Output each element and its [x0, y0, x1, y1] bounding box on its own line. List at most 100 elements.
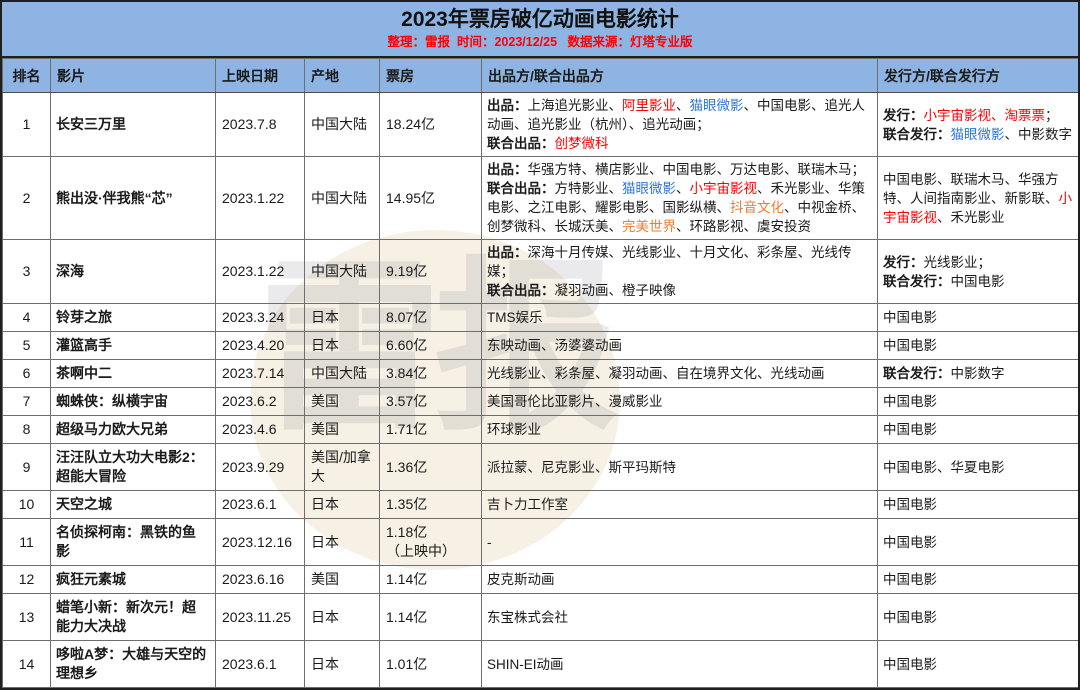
table-row: 9汪汪队立大功大电影2：超能大冒险2023.9.29美国/加拿大1.36亿派拉蒙… [3, 444, 1080, 491]
header-film: 影片 [51, 59, 216, 93]
cell-distributors: 中国电影 [878, 519, 1080, 566]
cell-rank: 9 [3, 444, 51, 491]
cell-producers: 出品：华强方特、横店影业、中国电影、万达电影、联瑞木马；联合出品：方特影业、猫眼… [482, 157, 878, 240]
cell-rank: 14 [3, 641, 51, 688]
table-row: 8超级马力欧大兄弟2023.4.6美国1.71亿环球影业中国电影 [3, 416, 1080, 444]
table-row: 3深海2023.1.22中国大陆9.19亿出品：深海十月传媒、光线影业、十月文化… [3, 240, 1080, 304]
cell-producers: 吉卜力工作室 [482, 491, 878, 519]
cell-rank: 6 [3, 360, 51, 388]
cell-origin: 中国大陆 [305, 93, 380, 157]
cell-date: 2023.1.22 [216, 157, 305, 240]
cell-date: 2023.7.14 [216, 360, 305, 388]
cell-box: 3.57亿 [380, 388, 482, 416]
cell-distributors: 中国电影 [878, 594, 1080, 641]
cell-film: 哆啦A梦：大雄与天空的理想乡 [51, 641, 216, 688]
cell-producers: 光线影业、彩条屋、凝羽动画、自在境界文化、光线动画 [482, 360, 878, 388]
cell-producers: 东映动画、汤婆婆动画 [482, 332, 878, 360]
table-body: 1长安三万里2023.7.8中国大陆18.24亿出品：上海追光影业、阿里影业、猫… [3, 93, 1080, 688]
cell-rank: 3 [3, 240, 51, 304]
cell-box: 9.19亿 [380, 240, 482, 304]
cell-origin: 日本 [305, 304, 380, 332]
header-box-office: 票房 [380, 59, 482, 93]
cell-box: 1.18亿（上映中） [380, 519, 482, 566]
header-rank: 排名 [3, 59, 51, 93]
cell-distributors: 中国电影 [878, 641, 1080, 688]
cell-producers: 出品：深海十月传媒、光线影业、十月文化、彩条屋、光线传媒；联合出品：凝羽动画、橙… [482, 240, 878, 304]
cell-film: 超级马力欧大兄弟 [51, 416, 216, 444]
cell-origin: 美国/加拿大 [305, 444, 380, 491]
table-row: 13蜡笔小新：新次元！超能力大决战2023.11.25日本1.14亿东宝株式会社… [3, 594, 1080, 641]
cell-date: 2023.1.22 [216, 240, 305, 304]
cell-rank: 5 [3, 332, 51, 360]
cell-producers: SHIN-EI动画 [482, 641, 878, 688]
cell-rank: 7 [3, 388, 51, 416]
cell-date: 2023.6.1 [216, 491, 305, 519]
cell-box: 1.36亿 [380, 444, 482, 491]
cell-distributors: 发行：小宇宙影视、淘票票；联合发行：猫眼微影、中影数字 [878, 93, 1080, 157]
cell-rank: 1 [3, 93, 51, 157]
cell-rank: 8 [3, 416, 51, 444]
table-row: 11名侦探柯南：黑铁的鱼影2023.12.16日本1.18亿（上映中）-中国电影 [3, 519, 1080, 566]
cell-film: 蜘蛛侠：纵横宇宙 [51, 388, 216, 416]
cell-date: 2023.6.1 [216, 641, 305, 688]
movies-table: 排名 影片 上映日期 产地 票房 出品方/联合出品方 发行方/联合发行方 1长安… [2, 58, 1080, 688]
cell-distributors: 中国电影、华夏电影 [878, 444, 1080, 491]
cell-producers: 美国哥伦比亚影片、漫威影业 [482, 388, 878, 416]
cell-producers: 派拉蒙、尼克影业、斯平玛斯特 [482, 444, 878, 491]
cell-distributors: 发行：光线影业；联合发行：中国电影 [878, 240, 1080, 304]
table-row: 2熊出没·伴我熊“芯”2023.1.22中国大陆14.95亿出品：华强方特、横店… [3, 157, 1080, 240]
cell-date: 2023.7.8 [216, 93, 305, 157]
cell-origin: 美国 [305, 566, 380, 594]
cell-film: 天空之城 [51, 491, 216, 519]
table-row: 7蜘蛛侠：纵横宇宙2023.6.2美国3.57亿美国哥伦比亚影片、漫威影业中国电… [3, 388, 1080, 416]
cell-film: 深海 [51, 240, 216, 304]
cell-producers: - [482, 519, 878, 566]
cell-origin: 日本 [305, 594, 380, 641]
cell-producers: 东宝株式会社 [482, 594, 878, 641]
cell-distributors: 中国电影 [878, 332, 1080, 360]
cell-date: 2023.11.25 [216, 594, 305, 641]
cell-distributors: 中国电影 [878, 304, 1080, 332]
cell-box: 1.71亿 [380, 416, 482, 444]
header-producers: 出品方/联合出品方 [482, 59, 878, 93]
statistics-sheet: 2023年票房破亿动画电影统计 整理：雷报 时间：2023/12/25 数据来源… [0, 0, 1080, 690]
cell-rank: 4 [3, 304, 51, 332]
cell-origin: 日本 [305, 519, 380, 566]
cell-origin: 日本 [305, 332, 380, 360]
table-row: 5灌篮高手2023.4.20日本6.60亿东映动画、汤婆婆动画中国电影 [3, 332, 1080, 360]
cell-rank: 12 [3, 566, 51, 594]
cell-date: 2023.6.2 [216, 388, 305, 416]
cell-origin: 中国大陆 [305, 360, 380, 388]
cell-film: 灌篮高手 [51, 332, 216, 360]
cell-distributors: 中国电影 [878, 566, 1080, 594]
cell-producers: 皮克斯动画 [482, 566, 878, 594]
table-row: 10天空之城2023.6.1日本1.35亿吉卜力工作室中国电影 [3, 491, 1080, 519]
table-header-row: 排名 影片 上映日期 产地 票房 出品方/联合出品方 发行方/联合发行方 [3, 59, 1080, 93]
cell-origin: 日本 [305, 491, 380, 519]
cell-distributors: 中国电影 [878, 491, 1080, 519]
cell-box: 3.84亿 [380, 360, 482, 388]
cell-date: 2023.3.24 [216, 304, 305, 332]
cell-box: 1.14亿 [380, 566, 482, 594]
header-distributors: 发行方/联合发行方 [878, 59, 1080, 93]
header-release-date: 上映日期 [216, 59, 305, 93]
cell-date: 2023.12.16 [216, 519, 305, 566]
cell-film: 疯狂元素城 [51, 566, 216, 594]
cell-date: 2023.4.20 [216, 332, 305, 360]
cell-origin: 美国 [305, 416, 380, 444]
cell-box: 1.14亿 [380, 594, 482, 641]
cell-box: 14.95亿 [380, 157, 482, 240]
cell-film: 熊出没·伴我熊“芯” [51, 157, 216, 240]
cell-distributors: 中国电影、联瑞木马、华强方特、人间指南影业、新影联、小宇宙影视、禾光影业 [878, 157, 1080, 240]
page-subtitle: 整理：雷报 时间：2023/12/25 数据来源：灯塔专业版 [2, 34, 1078, 51]
cell-origin: 日本 [305, 641, 380, 688]
cell-film: 蜡笔小新：新次元！超能力大决战 [51, 594, 216, 641]
table-row: 1长安三万里2023.7.8中国大陆18.24亿出品：上海追光影业、阿里影业、猫… [3, 93, 1080, 157]
cell-film: 长安三万里 [51, 93, 216, 157]
cell-date: 2023.4.6 [216, 416, 305, 444]
cell-box: 18.24亿 [380, 93, 482, 157]
cell-box: 1.35亿 [380, 491, 482, 519]
cell-distributors: 中国电影 [878, 388, 1080, 416]
cell-distributors: 中国电影 [878, 416, 1080, 444]
table-row: 6茶啊中二2023.7.14中国大陆3.84亿光线影业、彩条屋、凝羽动画、自在境… [3, 360, 1080, 388]
